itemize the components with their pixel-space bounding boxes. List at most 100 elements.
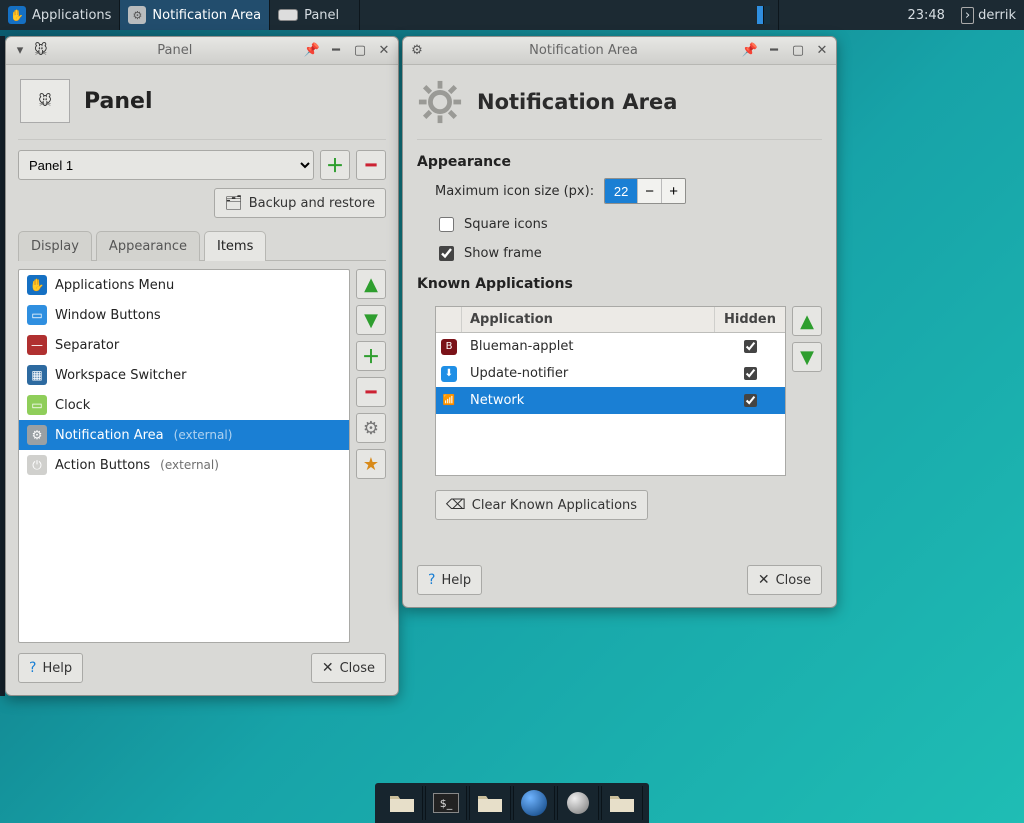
- gear-icon: ⚙: [407, 41, 427, 61]
- taskbar-item-label: Panel: [304, 8, 339, 23]
- close-label: Close: [340, 661, 375, 676]
- window-menu-icon[interactable]: ▾: [10, 41, 30, 61]
- spinner-decrement[interactable]: −: [637, 179, 661, 203]
- dock-terminal[interactable]: $_: [425, 786, 467, 820]
- panel-heading: Panel: [84, 89, 153, 114]
- clock[interactable]: 23:48: [899, 0, 952, 30]
- item-preferences-button[interactable]: ⚙: [356, 413, 386, 443]
- close-icon: ✕: [758, 572, 770, 588]
- close-label: Close: [776, 573, 811, 588]
- clear-known-apps-button[interactable]: ⌫ Clear Known Applications: [435, 490, 648, 520]
- panel-item-row[interactable]: ⏻Action Buttons(external): [19, 450, 349, 480]
- show-frame-checkbox[interactable]: [439, 246, 454, 261]
- clock-text: 23:48: [907, 8, 944, 23]
- help-icon: ?: [29, 660, 36, 676]
- panel-item-label: Action Buttons: [55, 458, 150, 473]
- move-item-up-button[interactable]: ▲: [356, 269, 386, 299]
- appearance-section-heading: Appearance: [417, 154, 822, 170]
- notif-close-button[interactable]: ✕ Close: [747, 565, 822, 595]
- mouse-icon: 🐭: [34, 43, 48, 58]
- app-icon: ⬇: [441, 366, 457, 382]
- panel-item-row[interactable]: ▭Window Buttons: [19, 300, 349, 330]
- panel-item-label: Clock: [55, 398, 90, 413]
- tab-display[interactable]: Display: [18, 231, 92, 261]
- known-apps-table[interactable]: Application Hidden BBlueman-applet⬇Updat…: [435, 306, 786, 476]
- panel-select[interactable]: Panel 1: [18, 150, 314, 180]
- panel-item-label: Window Buttons: [55, 308, 161, 323]
- spinner-increment[interactable]: +: [661, 179, 685, 203]
- panel-item-row[interactable]: ⚙Notification Area(external): [19, 420, 349, 450]
- panel-item-icon: ✋: [27, 275, 47, 295]
- dock-file-manager-2[interactable]: [469, 786, 511, 820]
- keep-above-icon[interactable]: 📌: [740, 41, 760, 61]
- max-icon-size-spinner[interactable]: − +: [604, 178, 686, 204]
- applications-menu-button[interactable]: ✋ Applications: [0, 0, 120, 30]
- show-frame-row[interactable]: Show frame: [435, 243, 822, 264]
- panel-window-title: Panel: [52, 43, 298, 58]
- square-icons-label: Square icons: [464, 217, 548, 232]
- max-icon-size-input[interactable]: [605, 179, 637, 203]
- app-hidden-checkbox[interactable]: [744, 394, 757, 407]
- item-about-button[interactable]: ★: [356, 449, 386, 479]
- dock-file-manager-3[interactable]: [601, 786, 643, 820]
- panel-item-icon: —: [27, 335, 47, 355]
- close-window-button[interactable]: ✕: [812, 41, 832, 61]
- panel-window-titlebar[interactable]: ▾ 🐭 Panel 📌 ━ ▢ ✕: [6, 37, 398, 65]
- panel-items-list[interactable]: ✋Applications Menu▭Window Buttons—Separa…: [18, 269, 350, 643]
- magnifier-icon: [567, 792, 589, 814]
- known-app-row[interactable]: ⬇ Update-notifier: [436, 360, 785, 387]
- panel-item-label: Notification Area: [55, 428, 164, 443]
- panel-item-row[interactable]: ▦Workspace Switcher: [19, 360, 349, 390]
- user-menu[interactable]: › derrik: [953, 0, 1024, 30]
- panel-item-icon: ⏻: [27, 455, 47, 475]
- panel-heading-icon: 🐭: [20, 79, 70, 123]
- app-hidden-checkbox[interactable]: [744, 340, 757, 353]
- help-label: Help: [441, 573, 471, 588]
- globe-icon: [521, 790, 547, 816]
- dock-search[interactable]: [557, 786, 599, 820]
- app-move-up-button[interactable]: ▲: [792, 306, 822, 336]
- notif-help-button[interactable]: ? Help: [417, 565, 482, 595]
- maximize-button[interactable]: ▢: [788, 41, 808, 61]
- move-item-down-button[interactable]: ▼: [356, 305, 386, 335]
- square-icons-checkbox[interactable]: [439, 217, 454, 232]
- app-name: Update-notifier: [462, 366, 715, 381]
- app-move-down-button[interactable]: ▼: [792, 342, 822, 372]
- workspace-switcher[interactable]: [749, 0, 779, 30]
- remove-panel-button[interactable]: ━: [356, 150, 386, 180]
- add-item-button[interactable]: ＋: [356, 341, 386, 371]
- tab-items[interactable]: Items: [204, 231, 266, 261]
- known-app-row[interactable]: 📶Network: [436, 387, 785, 414]
- dock-web-browser[interactable]: [513, 786, 555, 820]
- minimize-button[interactable]: ━: [326, 41, 346, 61]
- panel-item-row[interactable]: ▭Clock: [19, 390, 349, 420]
- remove-item-button[interactable]: ━: [356, 377, 386, 407]
- add-panel-button[interactable]: ＋: [320, 150, 350, 180]
- app-icon: 📶: [441, 393, 457, 409]
- taskbar-item-panel[interactable]: Panel: [270, 0, 360, 30]
- help-label: Help: [42, 661, 72, 676]
- tray-area: [779, 0, 899, 30]
- panel-tabs: Display Appearance Items: [18, 230, 386, 261]
- taskbar-item-notification-area[interactable]: ⚙ Notification Area: [120, 0, 270, 30]
- panel-close-button[interactable]: ✕ Close: [311, 653, 386, 683]
- tab-appearance[interactable]: Appearance: [96, 231, 200, 261]
- minimize-button[interactable]: ━: [764, 41, 784, 61]
- bottom-dock: $_: [375, 783, 649, 823]
- dock-file-manager[interactable]: [381, 786, 423, 820]
- panel-help-button[interactable]: ? Help: [18, 653, 83, 683]
- top-panel: ✋ Applications ⚙ Notification Area Panel…: [0, 0, 1024, 30]
- panel-item-row[interactable]: ✋Applications Menu: [19, 270, 349, 300]
- backup-restore-button[interactable]: 🗂 Backup and restore: [214, 188, 386, 218]
- notif-window-titlebar[interactable]: ⚙ Notification Area 📌 ━ ▢ ✕: [403, 37, 836, 65]
- taskbar-spacer: [360, 0, 749, 30]
- maximize-button[interactable]: ▢: [350, 41, 370, 61]
- panel-item-row[interactable]: —Separator: [19, 330, 349, 360]
- square-icons-row[interactable]: Square icons: [435, 214, 822, 235]
- notif-window-title: Notification Area: [431, 43, 736, 58]
- keep-above-icon[interactable]: 📌: [302, 41, 322, 61]
- close-window-button[interactable]: ✕: [374, 41, 394, 61]
- terminal-icon: $_: [433, 793, 459, 813]
- app-hidden-checkbox[interactable]: [744, 367, 757, 380]
- known-app-row[interactable]: BBlueman-applet: [436, 333, 785, 360]
